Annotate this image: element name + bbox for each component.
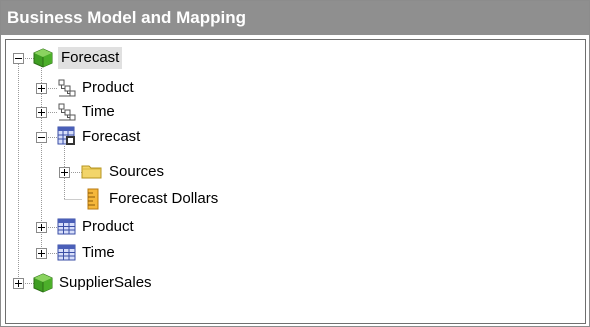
tree-node-label: Forecast Dollars — [109, 190, 219, 207]
expand-toggle-time[interactable] — [36, 107, 47, 118]
tree-node-label: Product — [82, 218, 134, 235]
tree-node-label: Sources — [109, 163, 165, 180]
tree-node-label: Time — [82, 244, 115, 261]
tree-node-label: SupplierSales — [59, 274, 152, 291]
tree-node-label: Product — [82, 79, 134, 96]
business-model-tree[interactable]: Forecast Product Time Forecast Sources F… — [5, 39, 586, 324]
table-icon — [57, 218, 76, 235]
hierarchy-icon — [58, 103, 76, 121]
panel-titlebar: Business Model and Mapping — [1, 1, 589, 35]
expand-toggle-suppliersales[interactable] — [13, 278, 24, 289]
collapse-toggle-forecast-fact[interactable] — [36, 132, 47, 143]
tree-node-label: Time — [82, 103, 115, 120]
folder-icon — [81, 165, 102, 179]
table-icon — [57, 244, 76, 261]
tree-node-label: Forecast — [82, 128, 141, 145]
expand-toggle-product[interactable] — [36, 83, 47, 94]
hierarchy-icon — [58, 79, 76, 97]
green-cube-icon — [33, 273, 53, 293]
fact-table-icon — [57, 126, 75, 145]
tree-node-label: Forecast — [58, 47, 123, 69]
expand-toggle-product-table[interactable] — [36, 222, 47, 233]
measure-icon — [87, 188, 99, 210]
green-cube-icon — [33, 48, 53, 68]
expand-toggle-sources[interactable] — [59, 167, 70, 178]
panel-title: Business Model and Mapping — [7, 8, 246, 27]
collapse-toggle-forecast[interactable] — [13, 53, 24, 64]
business-model-panel: Business Model and Mapping Forecast Prod… — [0, 0, 590, 327]
expand-toggle-time-table[interactable] — [36, 248, 47, 259]
